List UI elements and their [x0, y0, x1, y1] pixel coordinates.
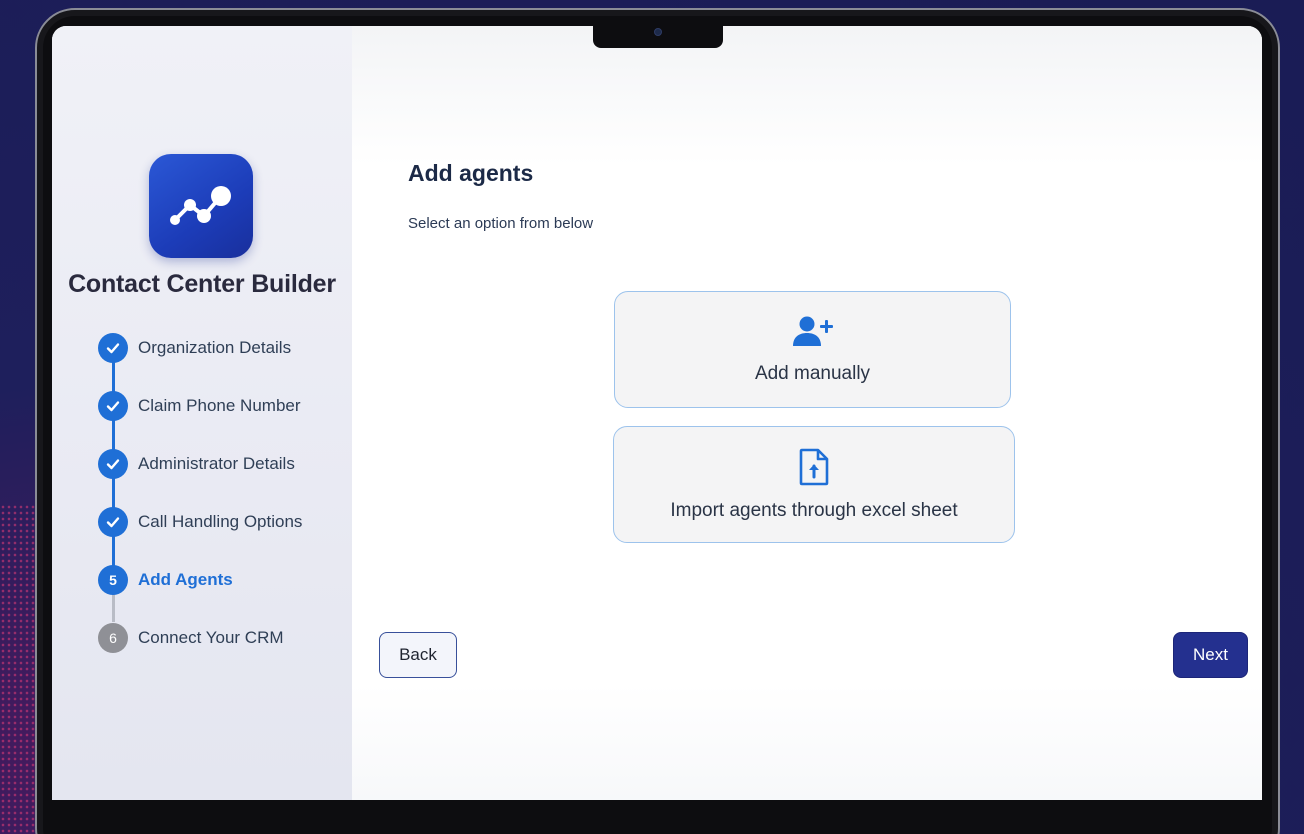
- file-upload-icon: [799, 448, 829, 485]
- step-label: Claim Phone Number: [138, 396, 301, 415]
- step-claim-phone-number[interactable]: Claim Phone Number: [98, 390, 348, 422]
- option-label: Import agents through excel sheet: [670, 499, 958, 521]
- add-manually-option[interactable]: Add manually: [614, 291, 1011, 408]
- page-subtitle: Select an option from below: [408, 215, 594, 232]
- laptop-notch: [593, 24, 723, 48]
- step-add-agents[interactable]: 5 Add Agents: [98, 564, 348, 596]
- step-organization-details[interactable]: Organization Details: [98, 332, 348, 364]
- step-label: Administrator Details: [138, 454, 295, 473]
- next-button[interactable]: Next: [1173, 632, 1248, 678]
- step-label: Call Handling Options: [138, 512, 303, 531]
- step-call-handling-options[interactable]: Call Handling Options: [98, 506, 348, 538]
- page-title: Add agents: [408, 160, 534, 186]
- checkmark-icon: [98, 333, 128, 363]
- sidebar: Contact Center Builder Organization Deta…: [52, 26, 352, 800]
- import-excel-option[interactable]: Import agents through excel sheet: [613, 426, 1015, 543]
- app-logo: [149, 154, 253, 258]
- camera-icon: [654, 28, 662, 36]
- checkmark-icon: [98, 391, 128, 421]
- add-user-icon: [792, 316, 833, 346]
- brand-name: Contact Center Builder: [68, 270, 336, 298]
- step-connect-your-crm[interactable]: 6 Connect Your CRM: [98, 622, 348, 654]
- step-number-badge: 6: [98, 623, 128, 653]
- step-label: Organization Details: [138, 338, 292, 357]
- step-administrator-details[interactable]: Administrator Details: [98, 448, 348, 480]
- step-label: Add Agents: [138, 570, 233, 589]
- connected-nodes-icon: [170, 186, 231, 225]
- option-label: Add manually: [754, 362, 871, 384]
- stepper-pending-line: [112, 592, 115, 622]
- step-number-badge: 5: [98, 565, 128, 595]
- checkmark-icon: [98, 449, 128, 479]
- checkmark-icon: [98, 507, 128, 537]
- main-content: Add agents Select an option from below A…: [352, 26, 1262, 800]
- app-screen: Contact Center Builder Organization Deta…: [52, 26, 1262, 800]
- back-button[interactable]: Back: [379, 632, 457, 678]
- step-label: Connect Your CRM: [138, 628, 284, 647]
